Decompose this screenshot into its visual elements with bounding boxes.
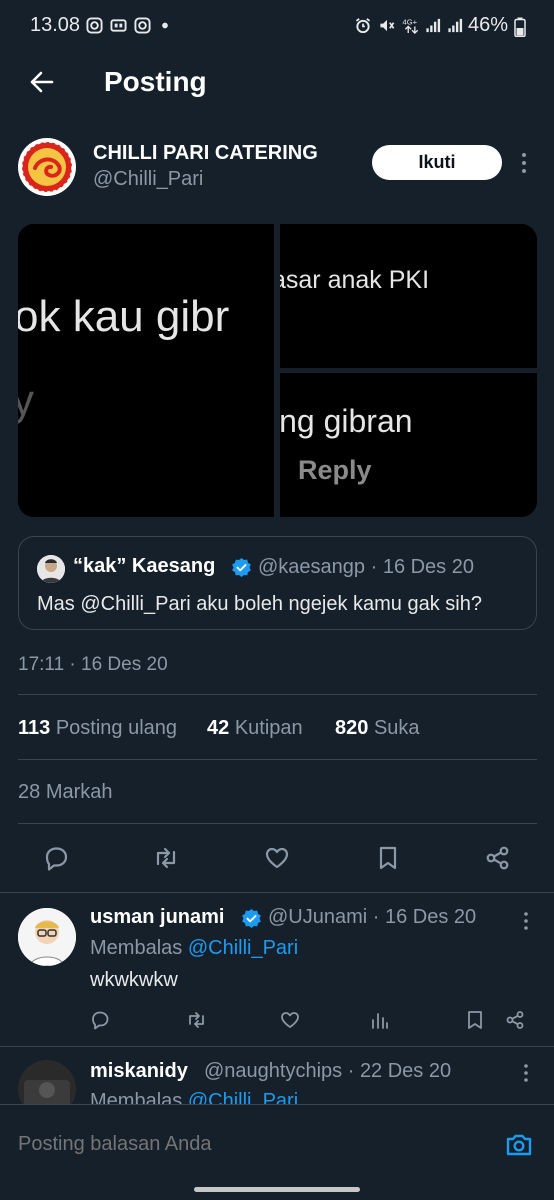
network-4g-icon: 4G+ (403, 18, 419, 34)
quoted-handle-date: @kaesangp · 16 Des 20 (258, 556, 474, 578)
author-name[interactable]: CHILLI PARI CATERING (93, 142, 318, 165)
more-options-icon[interactable] (520, 910, 532, 932)
instagram-icon (86, 17, 103, 34)
bookmark-icon[interactable] (464, 1009, 486, 1031)
battery-icon (514, 17, 526, 37)
likes-label: Suka (373, 717, 420, 739)
reposts-count: 113 (18, 717, 51, 739)
quoted-text: Mas @Chilli_Pari aku boleh ngejek kamu g… (37, 593, 482, 615)
replying-to-link[interactable]: @Chilli_Pari (188, 1090, 298, 1105)
repost-icon[interactable] (186, 1009, 208, 1031)
bookmarks-stat[interactable]: 28 Markah (18, 781, 113, 804)
cartoon-avatar-icon (18, 908, 76, 966)
media-image-2-text: asar anak PKI (280, 266, 430, 294)
battery-percentage: 46% (468, 14, 509, 36)
back-arrow-icon[interactable] (24, 64, 60, 100)
quotes-count: 42 (207, 717, 230, 739)
more-options-icon[interactable] (520, 1062, 532, 1084)
divider (0, 1046, 554, 1047)
status-bar: 13.08 4G+ 46% (0, 0, 554, 52)
media-image-3[interactable]: ing gibran Reply (280, 373, 537, 517)
quoted-author-name: “kak” Kaesang (73, 555, 216, 577)
person-avatar-icon (37, 555, 65, 583)
like-icon[interactable] (279, 1009, 301, 1031)
quotes-stat[interactable]: 42 Kutipan (207, 717, 303, 740)
tweet-timestamp: 17:11 · 16 Des 20 (18, 654, 168, 675)
author-avatar[interactable] (18, 138, 76, 196)
media-grid[interactable]: ok kau gibr y asar anak PKI ing gibran R… (18, 224, 537, 517)
divider (0, 892, 554, 893)
author-handle[interactable]: @Chilli_Pari (93, 168, 203, 191)
bookmark-icon[interactable] (373, 843, 403, 873)
reply-text: wkwkwkw (90, 969, 178, 991)
reply-author-name[interactable]: miskanidy (90, 1060, 188, 1083)
reposts-stat[interactable]: 113 Posting ulang (18, 717, 177, 740)
instagram-icon (134, 17, 151, 34)
bookmarks-count: 28 (18, 781, 41, 803)
tv-icon (110, 19, 127, 32)
verified-badge-icon (232, 557, 251, 578)
verified-badge-icon (242, 908, 261, 929)
reply-handle-date: @naughtychips · 22 Des 20 (204, 1060, 452, 1082)
follow-button[interactable]: Ikuti (372, 145, 502, 180)
replying-to-prefix: Membalas (90, 1090, 183, 1105)
more-options-icon[interactable] (516, 150, 532, 176)
reply-icon[interactable] (41, 843, 71, 873)
reply-input[interactable] (18, 1133, 458, 1156)
quoted-avatar (37, 555, 65, 583)
notification-dot-icon (162, 22, 168, 29)
divider (18, 759, 537, 760)
divider (18, 694, 537, 695)
status-time: 13.08 (30, 14, 81, 36)
reply-author-name[interactable]: usman junami (90, 906, 224, 929)
replying-to: Membalas @Chilli_Pari (90, 1090, 298, 1105)
likes-stat[interactable]: 820 Suka (335, 717, 420, 740)
svg-text:4G+: 4G+ (403, 18, 418, 27)
camera-icon[interactable] (504, 1129, 534, 1159)
replying-to: Membalas @Chilli_Pari (90, 937, 298, 960)
signal-icon (426, 18, 441, 33)
repost-icon[interactable] (151, 843, 181, 873)
quoted-tweet[interactable]: “kak” Kaesang @kaesangp · 16 Des 20 Mas … (18, 536, 537, 630)
replying-to-prefix: Membalas (90, 937, 183, 959)
page-title: Posting (104, 66, 207, 97)
views-icon[interactable] (369, 1009, 391, 1031)
media-image-1[interactable]: ok kau gibr y (18, 224, 274, 517)
reposts-label: Posting ulang (55, 717, 178, 739)
chilli-pari-logo-icon (19, 139, 75, 195)
home-indicator (194, 1187, 360, 1192)
compose-bar (0, 1104, 554, 1200)
quotes-label: Kutipan (234, 717, 303, 739)
mute-icon (380, 19, 395, 32)
divider (18, 823, 537, 824)
reply-handle-date: @UJunami · 16 Des 20 (268, 906, 477, 928)
media-image-3-reply-text: Reply (298, 455, 372, 485)
media-image-2[interactable]: asar anak PKI (280, 224, 537, 368)
likes-count: 820 (335, 717, 369, 739)
reply-avatar[interactable] (18, 908, 76, 966)
media-image-3-text: ing gibran (280, 403, 413, 439)
alarm-icon (355, 18, 371, 34)
replying-to-link[interactable]: @Chilli_Pari (188, 937, 298, 959)
media-image-1-fragment: y (18, 376, 34, 425)
reply-icon[interactable] (90, 1009, 112, 1031)
signal-icon (448, 18, 463, 33)
share-icon[interactable] (483, 843, 513, 873)
like-icon[interactable] (262, 843, 292, 873)
media-image-1-text: ok kau gibr (18, 292, 230, 341)
share-icon[interactable] (504, 1009, 526, 1031)
bookmarks-label: Markah (45, 781, 113, 803)
